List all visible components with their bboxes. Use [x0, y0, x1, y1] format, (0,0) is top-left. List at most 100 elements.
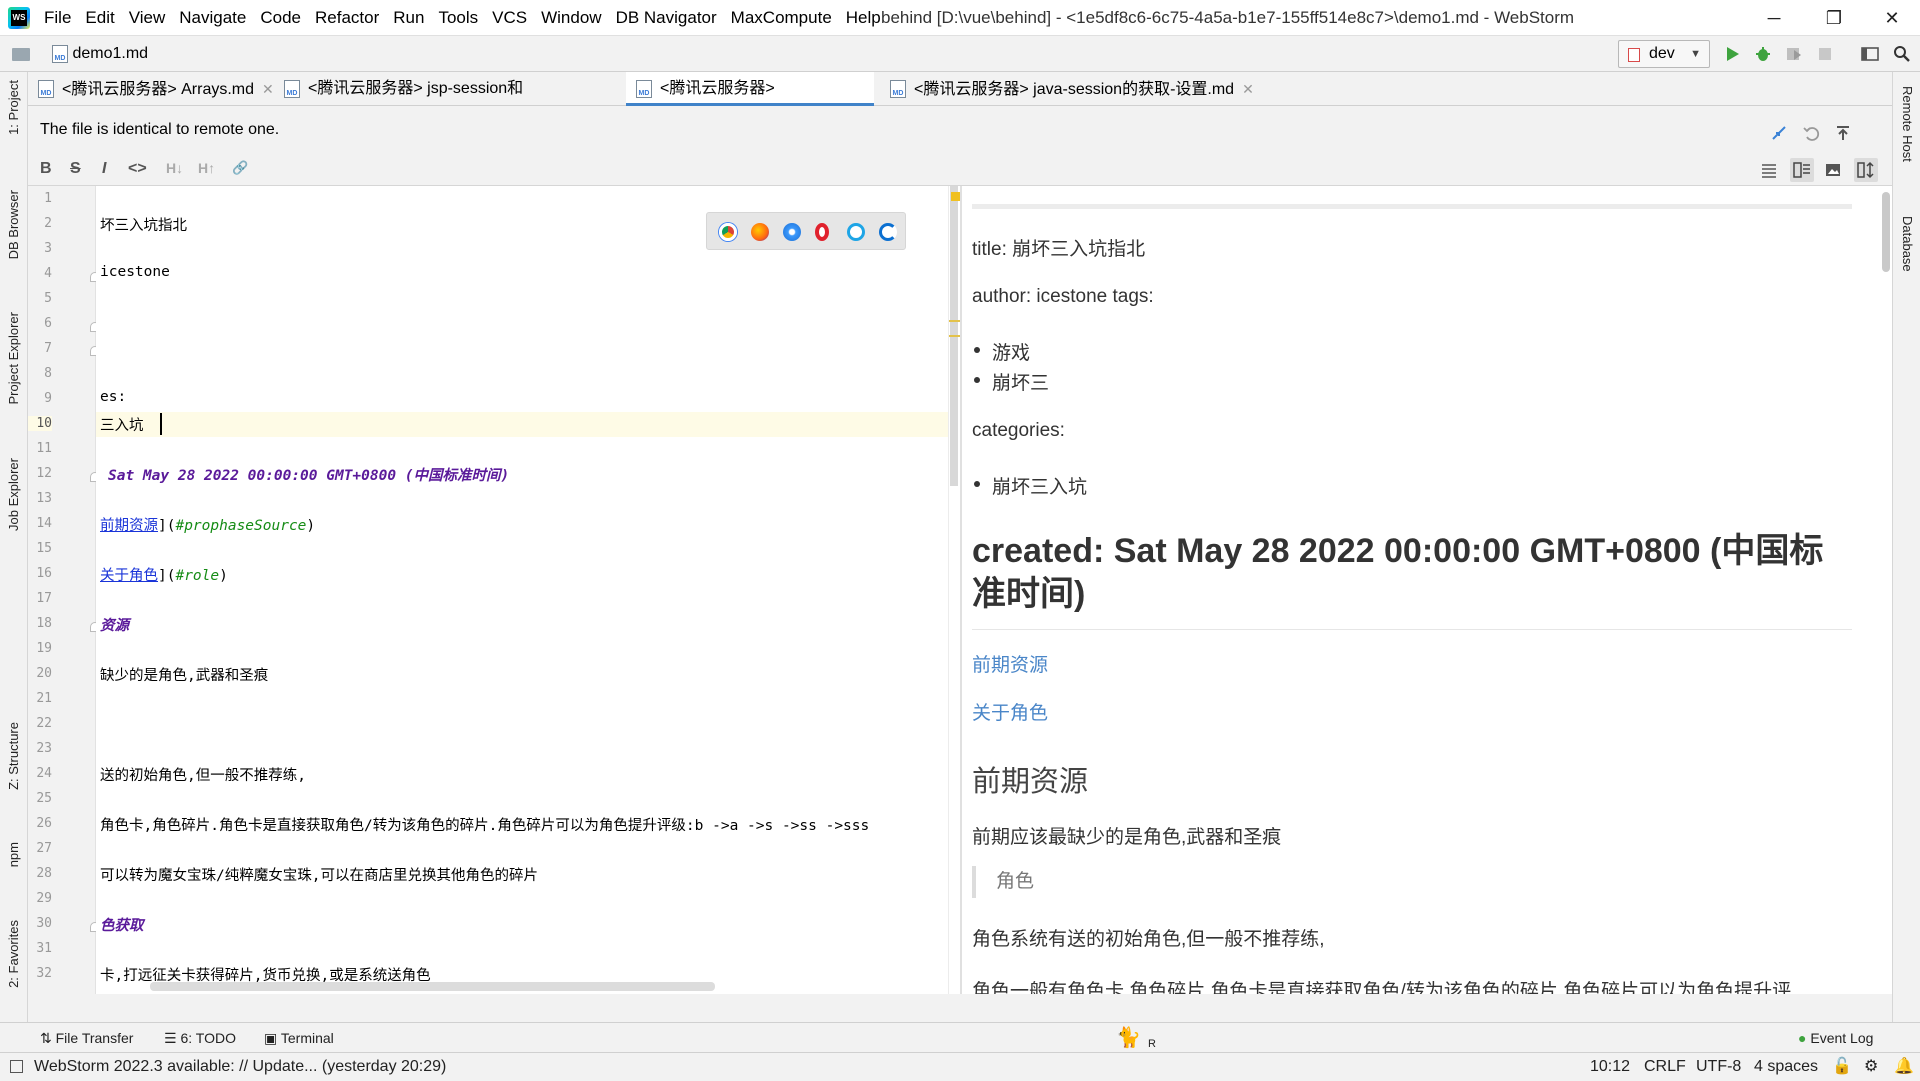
menu-code[interactable]: Code	[260, 0, 301, 36]
code-line-24[interactable]: 送的初始角色,但一般不推荐练,	[100, 764, 306, 785]
tool-file-transfer[interactable]: ⇅ File Transfer	[40, 1023, 133, 1053]
menu-view[interactable]: View	[129, 0, 166, 36]
close-icon[interactable]: ✕	[262, 81, 274, 97]
line-separator[interactable]: CRLF	[1644, 1053, 1686, 1081]
restore-button[interactable]: ❐	[1804, 0, 1864, 36]
menu-help[interactable]: Help	[846, 0, 881, 36]
upload-icon[interactable]	[1834, 124, 1852, 142]
status-message[interactable]: WebStorm 2022.3 available: // Update... …	[34, 1053, 446, 1081]
code-line-18[interactable]: 资源	[100, 614, 129, 635]
bold-button[interactable]: B	[40, 160, 52, 178]
close-icon[interactable]: ✕	[1242, 81, 1254, 97]
strikethrough-button[interactable]: S	[70, 160, 81, 178]
code-button[interactable]: <>	[128, 160, 147, 178]
tab-demo1[interactable]: MD<腾讯云服务器> demo1.md✕	[626, 72, 874, 132]
preview-link-role[interactable]: 关于角色	[972, 698, 1048, 725]
tool-todo[interactable]: ☰ 6: TODO	[164, 1023, 236, 1053]
menu-tools[interactable]: Tools	[438, 0, 478, 36]
edge-icon[interactable]	[879, 223, 897, 241]
cat-plugin-icon[interactable]: 🐈	[1116, 1023, 1141, 1053]
close-button[interactable]: ✕	[1862, 0, 1920, 36]
scroll-sync-icon[interactable]	[1854, 158, 1878, 182]
editor-scrollbar[interactable]	[948, 186, 961, 994]
minimize-button[interactable]: ─	[1744, 0, 1804, 36]
tool-npm[interactable]: npm	[6, 842, 21, 867]
menu-window[interactable]: Window	[541, 0, 601, 36]
code-line-4[interactable]: icestone	[100, 264, 170, 280]
code-line-12[interactable]: Sat May 28 2022 00:00:00 GMT+0800 (中国标准时…	[108, 464, 509, 485]
horizontal-scrollbar[interactable]	[150, 982, 715, 991]
run-icon[interactable]	[1722, 44, 1742, 64]
tool-favorites[interactable]: 2: Favorites	[6, 920, 21, 988]
warning-marker-icon[interactable]	[951, 192, 960, 201]
preview-scrollbar[interactable]	[1880, 186, 1892, 994]
code-line-14[interactable]: 前期资源](#prophaseSource)	[100, 514, 315, 535]
editor-only-icon[interactable]	[1760, 161, 1778, 179]
indent-setting[interactable]: 4 spaces	[1754, 1053, 1818, 1081]
code-line-30[interactable]: 色获取	[100, 914, 144, 935]
tool-remote-host[interactable]: Remote Host	[1900, 86, 1915, 162]
revert-icon[interactable]	[1802, 124, 1820, 142]
file-encoding[interactable]: UTF-8	[1696, 1053, 1741, 1081]
status-toggle-icon[interactable]	[10, 1060, 23, 1073]
code-line-10[interactable]: 三入坑	[100, 414, 144, 435]
menu-run[interactable]: Run	[393, 0, 424, 36]
menu-edit[interactable]: Edit	[85, 0, 114, 36]
scrollbar-thumb[interactable]	[1882, 192, 1890, 272]
internet-explorer-icon[interactable]	[847, 223, 865, 241]
tab-arrays[interactable]: MD <腾讯云服务器> Arrays.md ✕	[28, 72, 274, 106]
italic-button[interactable]: I	[102, 160, 106, 178]
notifications-icon[interactable]: 🔔	[1894, 1053, 1914, 1081]
menu-maxcompute[interactable]: MaxCompute	[731, 0, 832, 36]
tool-project-explorer[interactable]: Project Explorer	[6, 312, 21, 404]
code-line-26[interactable]: 角色卡,角色碎片.角色卡是直接获取角色/转为该角色的碎片.角色碎片可以为角色提升…	[100, 814, 869, 835]
header-increase-button[interactable]: H↑	[198, 160, 215, 176]
tool-database[interactable]: Database	[1900, 216, 1915, 272]
menu-db-navigator[interactable]: DB Navigator	[616, 0, 717, 36]
md-link-ref[interactable]: #role	[175, 568, 219, 584]
menu-navigate[interactable]: Navigate	[179, 0, 246, 36]
code-line-16[interactable]: 关于角色](#role)	[100, 564, 228, 585]
project-structure-icon[interactable]	[1860, 44, 1880, 64]
folder-icon[interactable]	[12, 48, 30, 61]
tool-terminal[interactable]: ▣ Terminal	[264, 1023, 334, 1053]
menu-refactor[interactable]: Refactor	[315, 0, 379, 36]
preview-link-prophase[interactable]: 前期资源	[972, 650, 1048, 677]
tab-jsp-session[interactable]: MD<腾讯云服务器> jsp-session和cookie.md✕	[274, 72, 558, 132]
preview-only-icon[interactable]	[1824, 161, 1842, 179]
run-config-select[interactable]: dev ▼	[1618, 40, 1710, 68]
tool-project[interactable]: 1: Project	[6, 80, 21, 135]
md-link-ref[interactable]: #prophaseSource	[175, 518, 306, 534]
debug-icon[interactable]	[1753, 44, 1773, 64]
tool-job-explorer[interactable]: Job Explorer	[6, 458, 21, 531]
tool-db-browser[interactable]: DB Browser	[6, 190, 21, 259]
link-button[interactable]: 🔗	[232, 160, 248, 176]
safari-icon[interactable]	[783, 223, 801, 241]
menu-file[interactable]: File	[44, 0, 71, 36]
menu-vcs[interactable]: VCS	[492, 0, 527, 36]
compare-icon[interactable]	[1770, 124, 1788, 142]
search-icon[interactable]	[1892, 44, 1912, 64]
code-editor[interactable]: 坏三入坑指北 icestone es: 三入坑 Sat May 28 2022 …	[96, 186, 948, 994]
opera-icon[interactable]	[815, 223, 829, 241]
chrome-icon[interactable]	[719, 223, 737, 241]
tab-java-session[interactable]: MD <腾讯云服务器> java-session的获取-设置.md ✕	[880, 72, 1256, 106]
firefox-icon[interactable]	[751, 223, 769, 241]
code-line-9[interactable]: es:	[100, 389, 126, 405]
stop-icon[interactable]	[1815, 44, 1835, 64]
header-decrease-button[interactable]: H↓	[166, 160, 183, 176]
breadcrumb-file[interactable]: demo1.md	[72, 45, 148, 62]
inspector-icon[interactable]: ⚙	[1864, 1053, 1878, 1081]
tool-structure[interactable]: Z: Structure	[6, 722, 21, 790]
split-view-icon[interactable]	[1790, 158, 1814, 182]
code-line-20[interactable]: 缺少的是角色,武器和圣痕	[100, 664, 268, 685]
coverage-icon[interactable]	[1784, 44, 1804, 64]
lock-icon[interactable]: 🔓	[1832, 1053, 1852, 1081]
event-log[interactable]: ● Event Log	[1798, 1023, 1873, 1053]
md-link-text[interactable]: 前期资源	[100, 518, 158, 534]
md-link-text[interactable]: 关于角色	[100, 568, 158, 584]
caret-position[interactable]: 10:12	[1590, 1053, 1630, 1081]
code-line-28[interactable]: 可以转为魔女宝珠/纯粹魔女宝珠,可以在商店里兑换其他角色的碎片	[100, 864, 538, 885]
breadcrumb[interactable]: MD demo1.md	[52, 36, 148, 72]
code-line-2[interactable]: 坏三入坑指北	[100, 214, 187, 235]
